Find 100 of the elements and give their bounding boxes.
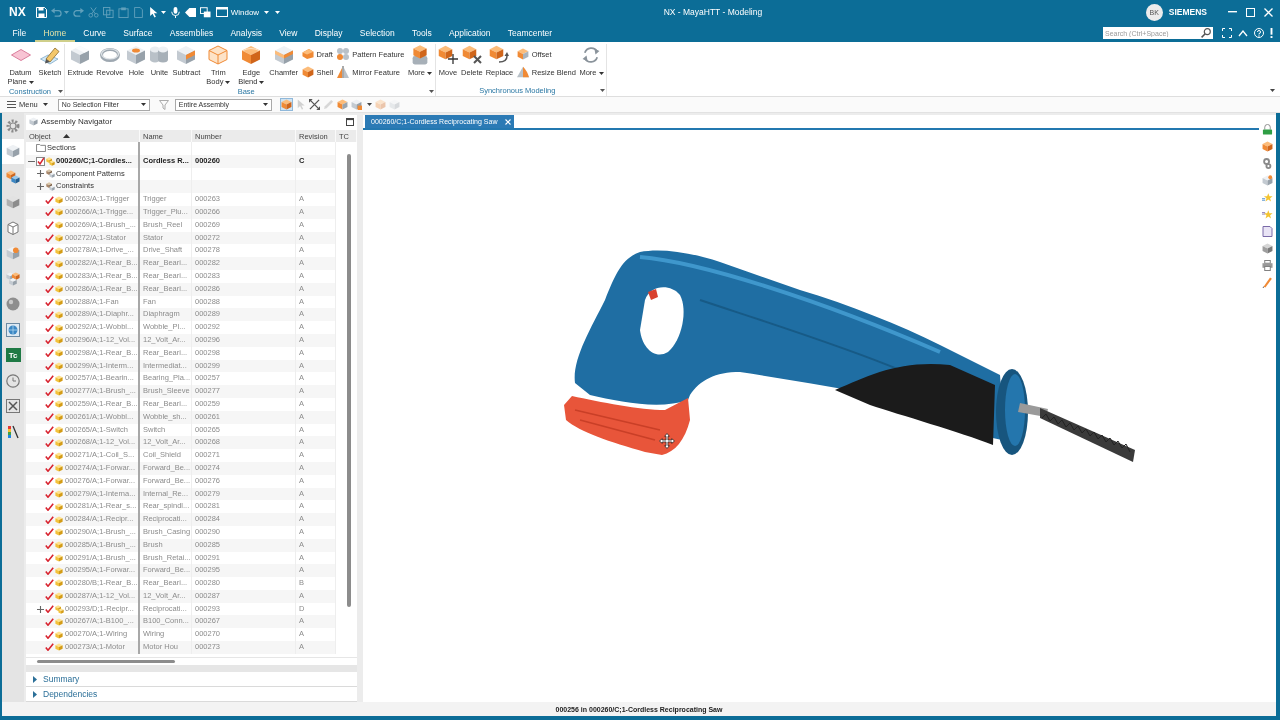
check-icon[interactable] bbox=[45, 374, 54, 383]
document-icon[interactable] bbox=[1262, 226, 1273, 237]
check-icon[interactable] bbox=[45, 425, 54, 434]
check-icon[interactable] bbox=[45, 515, 54, 524]
close-icon[interactable] bbox=[1264, 7, 1273, 17]
window-icon bbox=[215, 7, 228, 17]
quick-access-button[interactable] bbox=[199, 6, 211, 18]
rings-icon[interactable] bbox=[1262, 158, 1273, 169]
check-icon[interactable] bbox=[45, 285, 54, 294]
check-icon[interactable] bbox=[45, 553, 54, 562]
cube-icon[interactable] bbox=[1262, 141, 1273, 152]
chevron-up-icon[interactable] bbox=[1238, 29, 1248, 37]
maximize-icon[interactable] bbox=[346, 117, 354, 126]
printer-icon[interactable] bbox=[1262, 260, 1273, 271]
menu-tab[interactable]: View bbox=[270, 24, 307, 42]
star-icon[interactable] bbox=[1262, 209, 1273, 220]
caret-icon[interactable] bbox=[428, 89, 434, 93]
arrows-icon[interactable] bbox=[308, 99, 320, 110]
menu-tab[interactable]: Teamcenter bbox=[499, 24, 561, 42]
check-icon[interactable] bbox=[45, 541, 54, 550]
help-icon[interactable] bbox=[1254, 28, 1264, 38]
plus-icon[interactable] bbox=[37, 170, 44, 178]
padlock-icon[interactable] bbox=[1262, 124, 1273, 135]
pen-icon[interactable] bbox=[1262, 277, 1273, 288]
menu-tab[interactable]: Analysis bbox=[221, 24, 271, 42]
check-icon[interactable] bbox=[45, 387, 54, 396]
caret-icon[interactable] bbox=[57, 89, 63, 93]
plus-icon[interactable] bbox=[37, 605, 44, 613]
caret-icon[interactable] bbox=[600, 89, 606, 92]
check-icon[interactable] bbox=[45, 489, 54, 498]
star-icon[interactable] bbox=[1262, 192, 1273, 203]
cube-icon[interactable] bbox=[350, 99, 362, 110]
menu-tab[interactable]: Assemblies bbox=[161, 24, 222, 42]
check-icon[interactable] bbox=[45, 310, 54, 319]
check-icon[interactable] bbox=[45, 579, 54, 588]
resource-tab[interactable] bbox=[2, 138, 24, 164]
cube-icon[interactable] bbox=[336, 99, 348, 110]
window-title: NX - MayaHTT - Modeling bbox=[663, 7, 763, 17]
check-icon[interactable] bbox=[45, 477, 54, 486]
menu-tab[interactable]: Selection bbox=[351, 24, 404, 42]
window-menu[interactable]: Window bbox=[215, 7, 270, 17]
menu-tab[interactable]: Display bbox=[306, 24, 352, 42]
check-icon[interactable] bbox=[45, 297, 54, 306]
check-icon[interactable] bbox=[45, 208, 54, 217]
check-icon[interactable] bbox=[45, 349, 54, 358]
wedge-icon bbox=[516, 66, 529, 78]
vertical-scrollbar[interactable] bbox=[347, 154, 351, 607]
check-icon[interactable] bbox=[45, 259, 54, 268]
quick-access-button[interactable] bbox=[184, 6, 196, 18]
caret-icon[interactable] bbox=[366, 103, 372, 106]
cube-icon bbox=[55, 541, 63, 550]
document-icon bbox=[132, 6, 144, 18]
cube-icon[interactable] bbox=[280, 99, 292, 110]
horizontal-scrollbar[interactable] bbox=[37, 660, 175, 663]
check-icon[interactable] bbox=[45, 361, 54, 370]
check-icon[interactable] bbox=[45, 643, 54, 652]
check-icon[interactable] bbox=[45, 464, 54, 473]
cube-icon[interactable] bbox=[1262, 243, 1273, 254]
close-icon[interactable] bbox=[505, 118, 512, 125]
clipboard-icon bbox=[117, 6, 129, 18]
check-icon[interactable] bbox=[45, 451, 54, 460]
check-icon[interactable] bbox=[45, 272, 54, 281]
check-icon[interactable] bbox=[45, 195, 54, 204]
check-icon[interactable] bbox=[45, 566, 54, 575]
check-icon[interactable] bbox=[45, 502, 54, 511]
check-icon[interactable] bbox=[45, 438, 54, 447]
clock-icon bbox=[6, 373, 20, 388]
check-icon[interactable] bbox=[45, 630, 54, 639]
quick-access-button[interactable] bbox=[35, 6, 47, 18]
cube-icon bbox=[55, 297, 63, 306]
plus-icon[interactable] bbox=[37, 183, 44, 191]
quick-access-button[interactable] bbox=[169, 6, 181, 18]
check-icon[interactable] bbox=[45, 323, 54, 332]
minimize-icon[interactable] bbox=[1228, 11, 1237, 13]
resource-tab[interactable]: Tc bbox=[2, 342, 24, 368]
menu-tab[interactable]: Application bbox=[440, 24, 500, 42]
check-icon[interactable] bbox=[45, 617, 54, 626]
exclamation-icon[interactable] bbox=[1270, 28, 1273, 38]
menu-tab[interactable]: Surface bbox=[114, 24, 162, 42]
fullscreen-icon[interactable] bbox=[1222, 28, 1232, 38]
check-icon[interactable] bbox=[45, 605, 54, 614]
caret-icon[interactable] bbox=[1270, 89, 1275, 92]
panel-header[interactable]: Summary bbox=[26, 672, 357, 687]
check-icon[interactable] bbox=[45, 400, 54, 409]
minus-icon[interactable] bbox=[28, 160, 35, 162]
menu-tab[interactable]: Tools bbox=[403, 24, 441, 42]
cube-icon[interactable] bbox=[1262, 175, 1273, 186]
quick-access-button[interactable] bbox=[147, 6, 166, 18]
checkbox-icon[interactable] bbox=[36, 156, 45, 166]
search-icon[interactable] bbox=[1201, 28, 1211, 38]
check-icon[interactable] bbox=[45, 233, 54, 242]
menu-tab[interactable]: Curve bbox=[74, 24, 115, 42]
check-icon[interactable] bbox=[45, 336, 54, 345]
check-icon[interactable] bbox=[45, 246, 54, 255]
check-icon[interactable] bbox=[45, 221, 54, 230]
check-icon[interactable] bbox=[45, 413, 54, 422]
menu-tab[interactable]: File bbox=[4, 24, 35, 42]
check-icon[interactable] bbox=[45, 592, 54, 601]
check-icon[interactable] bbox=[45, 528, 54, 537]
wedge-icon bbox=[301, 48, 314, 60]
